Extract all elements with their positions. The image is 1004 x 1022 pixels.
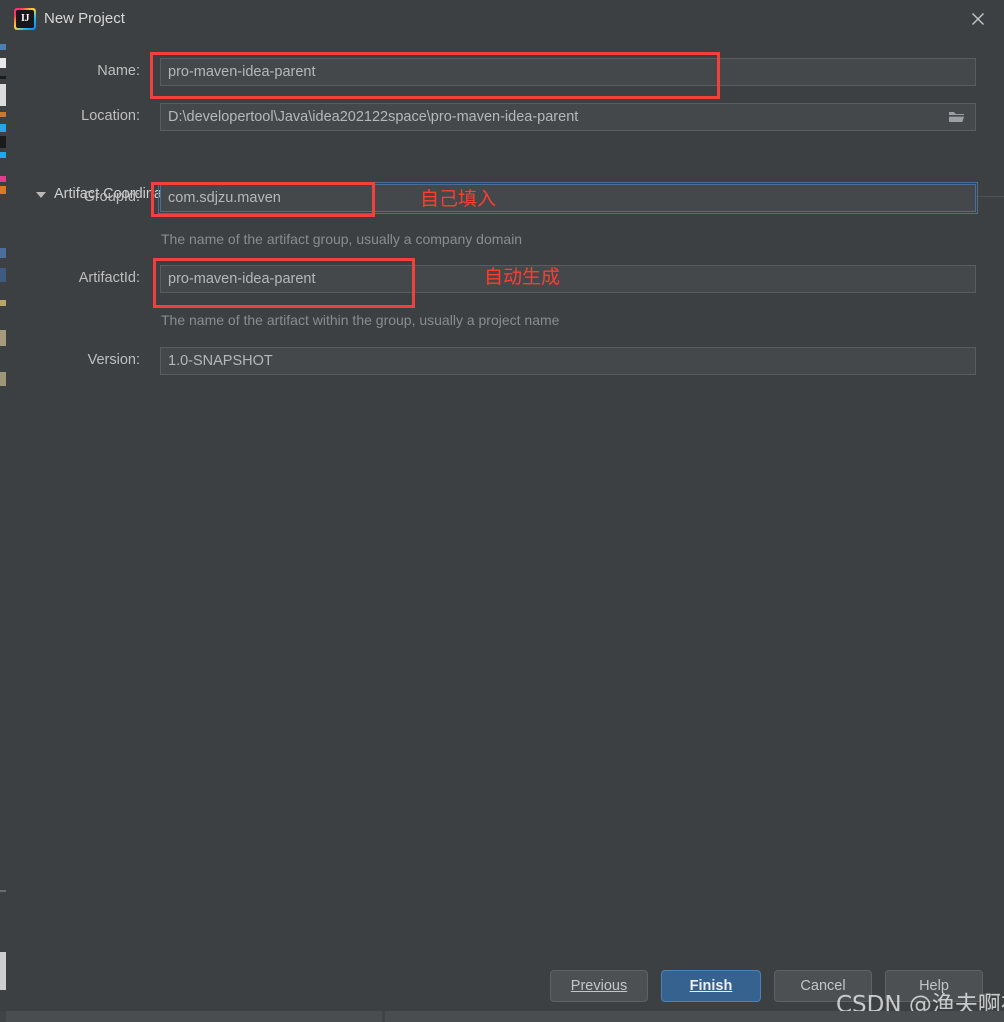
group-id-hint: The name of the artifact group, usually … <box>161 231 523 247</box>
intellij-idea-logo-icon: IJ <box>14 8 36 30</box>
artifact-id-label: ArtifactId: <box>78 270 140 286</box>
logo-glyph: IJ <box>16 10 34 28</box>
dialog-title: New Project <box>44 10 125 27</box>
help-button[interactable]: Help <box>885 970 983 1002</box>
cancel-button[interactable]: Cancel <box>774 970 872 1002</box>
dialog-button-bar: Previous Finish Cancel Help <box>6 962 1004 1012</box>
finish-button[interactable]: Finish <box>661 970 761 1002</box>
version-input[interactable]: 1.0-SNAPSHOT <box>160 347 976 375</box>
annotation-text-artifact-id: 自动生成 <box>484 266 561 288</box>
cancel-button-label: Cancel <box>800 978 846 994</box>
artifact-id-input[interactable]: pro-maven-idea-parent <box>160 265 976 293</box>
version-label: Version: <box>87 352 140 368</box>
bottom-strip <box>0 1011 1004 1022</box>
location-label: Location: <box>81 108 140 124</box>
group-id-label: GroupId: <box>83 189 140 205</box>
help-button-label: Help <box>919 978 949 994</box>
location-input[interactable]: D:\developertool\Java\idea202122space\pr… <box>160 103 976 131</box>
title-bar: IJ New Project <box>6 0 1004 38</box>
previous-button-label: Previous <box>570 978 628 994</box>
background-window-sliver <box>0 0 6 1022</box>
annotation-text-group-id: 自己填入 <box>420 188 497 210</box>
finish-button-label: Finish <box>689 978 733 994</box>
group-id-input[interactable]: com.sdjzu.maven <box>158 182 978 214</box>
name-label: Name: <box>97 63 140 79</box>
previous-button[interactable]: Previous <box>550 970 648 1002</box>
close-icon[interactable] <box>966 7 990 31</box>
folder-icon[interactable] <box>948 109 965 124</box>
new-project-dialog: IJ New Project Name: pro-maven-idea-pare… <box>0 0 1004 1022</box>
artifact-id-hint: The name of the artifact within the grou… <box>161 312 560 328</box>
name-input[interactable]: pro-maven-idea-parent <box>160 58 976 86</box>
